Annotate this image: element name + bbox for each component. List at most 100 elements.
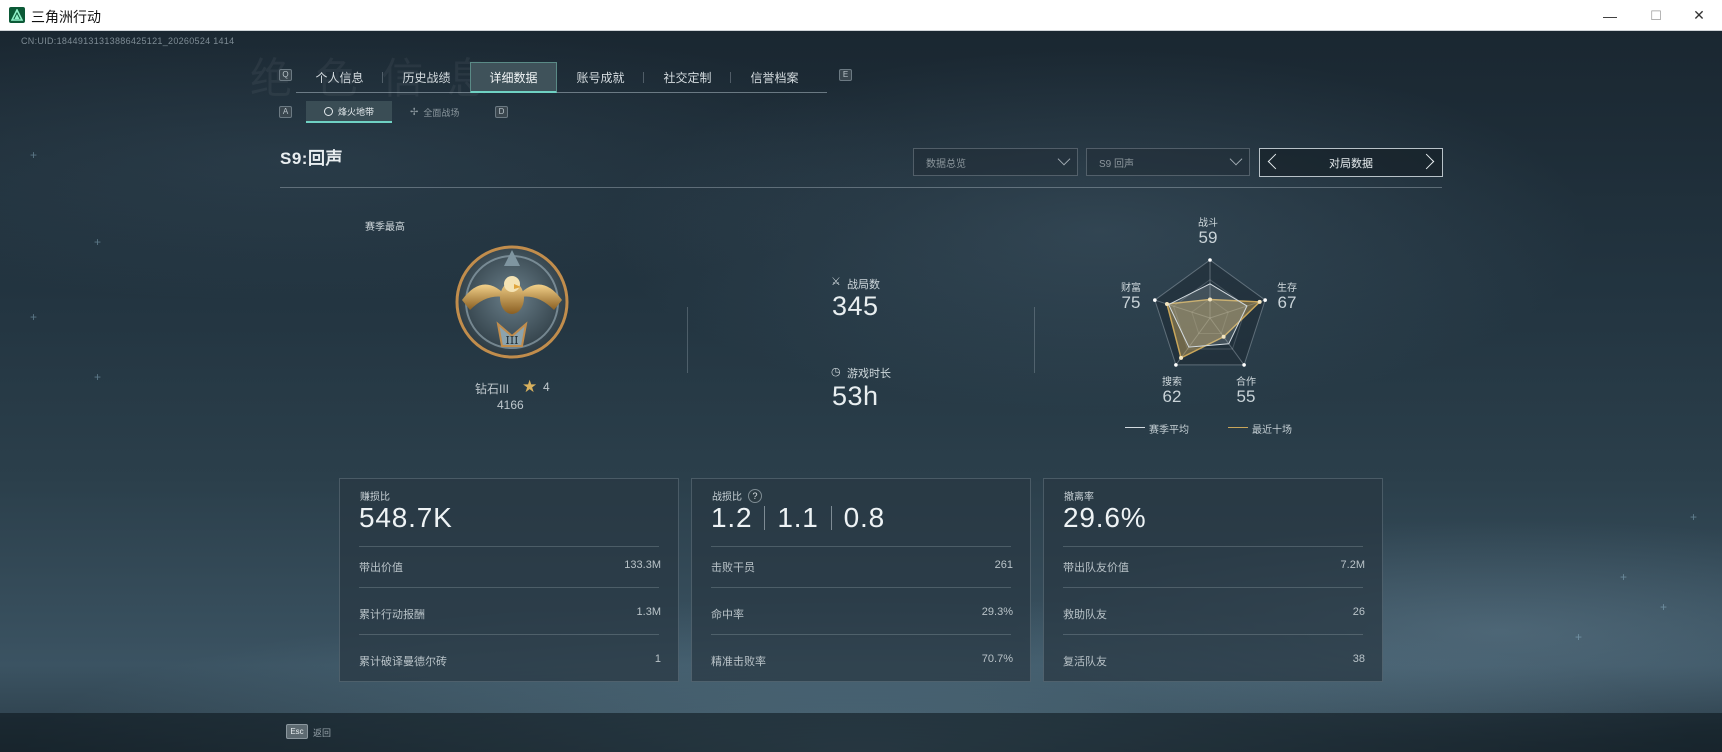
card-divider — [711, 587, 1011, 588]
card-title-text: 赚损比 — [360, 492, 390, 503]
footer-bar — [0, 713, 1722, 752]
card-row-label: 复活队友 — [1063, 656, 1107, 668]
kd-value-3: 0.8 — [843, 502, 885, 533]
tab-reputation[interactable]: 信誉档案 — [731, 62, 818, 93]
tab-prev-key-hint[interactable]: Q — [279, 69, 292, 81]
legend-recent-label: 最近十场 — [1252, 425, 1292, 436]
subtab-label: 全面战场 — [423, 107, 460, 118]
card-divider — [711, 546, 1011, 547]
subtab-prev-key-hint[interactable]: A — [279, 106, 292, 118]
card-divider — [359, 634, 659, 635]
radar-point — [1208, 297, 1212, 302]
legend-recent-line — [1228, 427, 1248, 428]
radar-axis-label: 财富 — [1121, 283, 1141, 294]
tab-history[interactable]: 历史战绩 — [383, 62, 470, 93]
tab-label: 详细数据 — [489, 70, 538, 85]
section-divider — [1034, 307, 1035, 373]
data-type-select[interactable]: 数据总览 — [913, 148, 1078, 176]
tab-label: 历史战绩 — [402, 71, 451, 85]
close-button[interactable]: ✕ — [1676, 0, 1722, 31]
main-tabs: 个人信息 历史战绩 详细数据 账号成就 社交定制 信誉档案 — [296, 62, 827, 93]
matches-label: 战局数 — [847, 279, 880, 291]
kd-value-1: 1.2 — [711, 502, 753, 533]
card-title: 赚损比 — [360, 488, 390, 503]
kd-ratio-card: 战损比? 1.2 1.1 0.8 击败干员 261 命中率 29.3% 精准击败率 7… — [691, 478, 1031, 682]
card-row: 命中率 29.3% — [711, 606, 1013, 622]
card-row: 累计行动报酬 1.3M — [359, 606, 661, 622]
card-row-label: 击败干员 — [711, 562, 755, 574]
tab-label: 账号成就 — [576, 71, 625, 85]
game-viewport: 绝 色 信 息 + + + + + + + + CN:UID:184491313… — [0, 31, 1722, 752]
match-data-label[interactable]: 对局数据 — [1329, 155, 1373, 171]
decor-cross: + — [1620, 570, 1628, 584]
radar-vertex — [1263, 298, 1267, 302]
card-row-value: 29.3% — [981, 606, 1013, 618]
card-row: 带出价值 133.3M — [359, 559, 661, 575]
card-title-text: 战损比 — [712, 492, 742, 503]
rank-name: 钻石III — [475, 382, 510, 396]
back-label[interactable]: 返回 — [313, 726, 331, 739]
subtab-warfare[interactable]: ✢ 全面战场 — [392, 101, 477, 123]
season-select[interactable]: S9 回声 — [1086, 148, 1250, 176]
radar-vertex — [1242, 363, 1246, 367]
card-main-value: 548.7K — [359, 502, 453, 533]
rank-points: 4166 — [497, 398, 524, 412]
rank-badge-numeral: III — [505, 334, 518, 347]
card-row: 带出队友价值 7.2M — [1063, 559, 1365, 575]
section-divider — [687, 307, 688, 373]
profit-ratio-card: 赚损比 548.7K 带出价值 133.3M 累计行动报酬 1.3M 累计破译曼德尔… — [339, 478, 679, 682]
subtab-hazard-zone[interactable]: 烽火地带 — [306, 101, 393, 123]
radar-axis-value: 67 — [1277, 293, 1297, 312]
minimize-button[interactable]: — — [1587, 0, 1633, 31]
tab-social[interactable]: 社交定制 — [644, 62, 731, 93]
card-row-label: 累计破译曼德尔砖 — [359, 656, 447, 668]
subtab-next-key-hint[interactable]: D — [495, 106, 508, 118]
season-select-value: S9 回声 — [1099, 158, 1135, 170]
tab-personal-info[interactable]: 个人信息 — [296, 62, 383, 93]
card-main-value: 1.2 1.1 0.8 — [711, 502, 885, 534]
crossed-swords-icon: ⚔ — [831, 276, 841, 288]
decor-cross: + — [94, 235, 102, 249]
radar-axis-label: 战斗 — [1198, 218, 1218, 229]
card-title: 战损比? — [712, 488, 762, 503]
legend-avg-label: 赛季平均 — [1149, 425, 1189, 436]
maximize-button[interactable]: ☐ — [1633, 0, 1679, 31]
decor-cross: + — [1575, 630, 1583, 644]
decor-cross: + — [1660, 600, 1668, 614]
card-divider — [359, 587, 659, 588]
radar-vertex — [1174, 363, 1178, 367]
sub-tabs: 烽火地带 ✢ 全面战场 — [306, 101, 477, 123]
rank-badge-icon: III — [448, 240, 576, 373]
radar-point — [1164, 302, 1169, 307]
chevron-right-icon[interactable] — [1418, 153, 1435, 170]
app-logo-icon — [9, 7, 25, 23]
card-row-value: 133.3M — [624, 559, 661, 571]
legend-avg-line — [1125, 427, 1145, 428]
playtime-value: 53h — [832, 381, 879, 411]
card-row-value: 70.7% — [981, 653, 1013, 665]
esc-key-button[interactable]: Esc — [286, 724, 308, 739]
tab-next-key-hint[interactable]: E — [839, 69, 852, 81]
card-row-value: 38 — [1352, 653, 1365, 665]
radar-point — [1257, 299, 1262, 304]
chevron-down-icon — [1057, 152, 1071, 166]
header-divider — [280, 187, 1442, 188]
help-icon[interactable]: ? — [748, 488, 762, 503]
player-uid: CN:UID:18449131313886425121_20260524 141… — [21, 36, 235, 46]
card-row: 复活队友 38 — [1063, 653, 1365, 669]
card-title-text: 撤离率 — [1064, 492, 1094, 503]
card-row-value: 261 — [994, 559, 1013, 571]
tab-achievements[interactable]: 账号成就 — [557, 62, 644, 93]
tab-detailed-data[interactable]: 详细数据 — [470, 62, 557, 93]
card-row-value: 26 — [1352, 606, 1365, 618]
card-row: 累计破译曼德尔砖 1 — [359, 653, 661, 669]
card-row-label: 带出队友价值 — [1063, 562, 1129, 574]
radar-axis-label: 生存 — [1277, 283, 1297, 294]
card-divider — [359, 546, 659, 547]
chevron-down-icon — [1229, 152, 1243, 166]
tab-label: 个人信息 — [315, 71, 364, 85]
card-row-label: 命中率 — [711, 609, 744, 621]
chevron-left-icon[interactable] — [1267, 153, 1284, 170]
data-type-select-value: 数据总览 — [926, 158, 966, 170]
radar-point — [1221, 334, 1226, 339]
